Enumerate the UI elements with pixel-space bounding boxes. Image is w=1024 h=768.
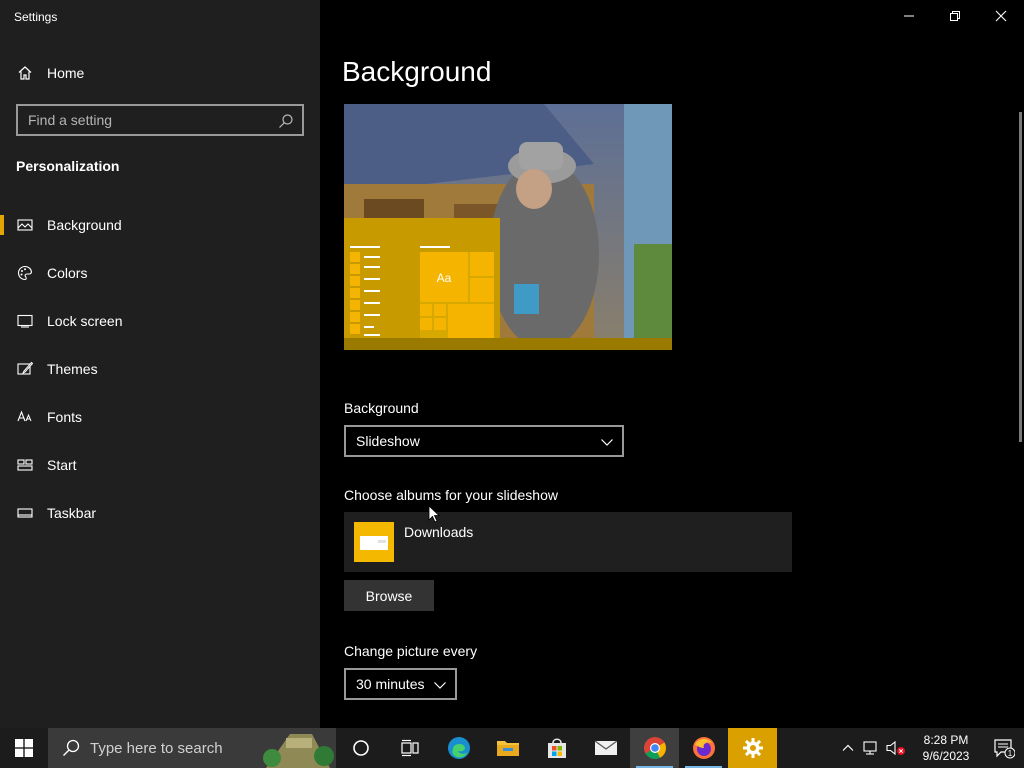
home-nav-item[interactable]: Home: [0, 53, 320, 93]
find-setting-search[interactable]: [16, 104, 304, 136]
store-taskbar-button[interactable]: [532, 728, 581, 768]
file-explorer-taskbar-button[interactable]: [483, 728, 532, 768]
change-interval-dropdown[interactable]: 30 minutes: [344, 668, 457, 700]
search-highlight-illustration: [256, 728, 336, 768]
taskbar-search-box[interactable]: Type here to search: [48, 728, 336, 768]
albums-label: Choose albums for your slideshow: [344, 487, 558, 503]
home-label: Home: [47, 65, 85, 81]
sidebar-item-label: Fonts: [47, 409, 83, 425]
firefox-taskbar-button[interactable]: [679, 728, 728, 768]
clock-date: 9/6/2023: [922, 749, 970, 763]
chevron-down-icon: [601, 439, 613, 446]
store-icon: [547, 738, 566, 758]
task-view-icon: [400, 739, 419, 757]
page-title: Background: [342, 56, 492, 87]
clock-time: 8:28 PM: [923, 733, 969, 747]
picture-icon: [16, 216, 34, 234]
folder-icon: [354, 522, 394, 562]
close-icon: [995, 10, 1007, 22]
album-name: Downloads: [404, 524, 474, 540]
album-item[interactable]: Downloads: [344, 512, 792, 572]
content-scrollbar[interactable]: [1019, 112, 1022, 442]
firefox-icon: [692, 737, 715, 759]
settings-icon: [742, 738, 763, 758]
browse-button[interactable]: Browse: [344, 580, 434, 611]
background-type-value: Slideshow: [356, 433, 420, 449]
show-hidden-icons-button[interactable]: [836, 728, 860, 768]
find-setting-input[interactable]: [18, 112, 268, 128]
settings-taskbar-button[interactable]: [728, 728, 777, 768]
home-icon: [16, 64, 34, 82]
restore-icon: [950, 11, 960, 21]
sidebar-item-label: Lock screen: [47, 313, 123, 329]
search-icon: [63, 739, 80, 756]
network-button[interactable]: [860, 728, 884, 768]
brush-icon: [16, 360, 34, 378]
sidebar-item-label: Start: [47, 457, 77, 473]
chevron-up-icon: [842, 744, 854, 751]
palette-icon: [16, 264, 34, 282]
notification-icon: 1: [994, 739, 1015, 759]
volume-button[interactable]: [884, 728, 908, 768]
chrome-taskbar-button[interactable]: [630, 728, 679, 768]
mail-taskbar-button[interactable]: [581, 728, 630, 768]
settings-content: Background Aa Background Slideshow Choos…: [320, 0, 1024, 728]
app-title: Settings: [14, 10, 58, 24]
network-icon: [863, 741, 877, 755]
taskbar-search-placeholder: Type here to search: [90, 739, 223, 757]
window-controls: [886, 0, 1024, 32]
section-title: Personalization: [16, 158, 120, 174]
font-icon: [16, 408, 34, 426]
lock-screen-icon: [16, 312, 34, 330]
windows-logo-icon: [15, 739, 33, 757]
sidebar-item-label: Themes: [47, 361, 98, 377]
chrome-icon: [643, 737, 666, 759]
cortana-icon: [352, 740, 369, 756]
file-explorer-icon: [496, 741, 519, 756]
edge-taskbar-button[interactable]: [434, 728, 483, 768]
sidebar-item-background[interactable]: Background: [0, 205, 320, 245]
sidebar-item-label: Background: [47, 217, 122, 233]
start-layout-icon: [16, 456, 34, 474]
change-every-label: Change picture every: [344, 643, 478, 659]
taskbar-icon: [16, 504, 34, 522]
tile-text: Aa: [437, 271, 452, 285]
background-type-dropdown[interactable]: Slideshow: [344, 425, 624, 457]
clock[interactable]: 8:28 PM 9/6/2023: [908, 732, 984, 764]
start-button[interactable]: [0, 728, 48, 768]
sidebar-item-themes[interactable]: Themes: [0, 349, 320, 389]
edge-icon: [447, 737, 470, 759]
sidebar-item-taskbar[interactable]: Taskbar: [0, 493, 320, 533]
sidebar-item-label: Taskbar: [47, 505, 97, 521]
settings-sidebar: Settings Home Personalization Background…: [0, 0, 320, 728]
search-icon[interactable]: [278, 113, 294, 129]
sidebar-item-lock-screen[interactable]: Lock screen: [0, 301, 320, 341]
sidebar-item-label: Colors: [47, 265, 88, 281]
chevron-down-icon: [434, 682, 446, 689]
taskbar: Type here to search 8:28 PM 9/6/2023 1: [0, 728, 1024, 768]
system-tray: 8:28 PM 9/6/2023 1: [836, 728, 1024, 768]
selection-indicator: [0, 215, 4, 235]
sidebar-item-fonts[interactable]: Fonts: [0, 397, 320, 437]
notification-count: 1: [1008, 749, 1013, 758]
sidebar-item-start[interactable]: Start: [0, 445, 320, 485]
close-button[interactable]: [978, 0, 1024, 32]
change-interval-value: 30 minutes: [356, 676, 425, 692]
minimize-icon: [904, 15, 914, 17]
restore-button[interactable]: [932, 0, 978, 32]
sidebar-item-colors[interactable]: Colors: [0, 253, 320, 293]
mail-icon: [594, 740, 617, 755]
task-view-button[interactable]: [385, 728, 434, 768]
background-type-label: Background: [344, 400, 419, 416]
wallpaper-preview-image: Aa: [344, 104, 672, 350]
volume-muted-icon: [886, 740, 905, 756]
cortana-button[interactable]: [336, 728, 385, 768]
desktop-preview: Aa: [344, 104, 672, 350]
minimize-button[interactable]: [886, 0, 932, 32]
mouse-cursor-icon: [428, 505, 440, 523]
action-center-button[interactable]: 1: [984, 728, 1024, 768]
